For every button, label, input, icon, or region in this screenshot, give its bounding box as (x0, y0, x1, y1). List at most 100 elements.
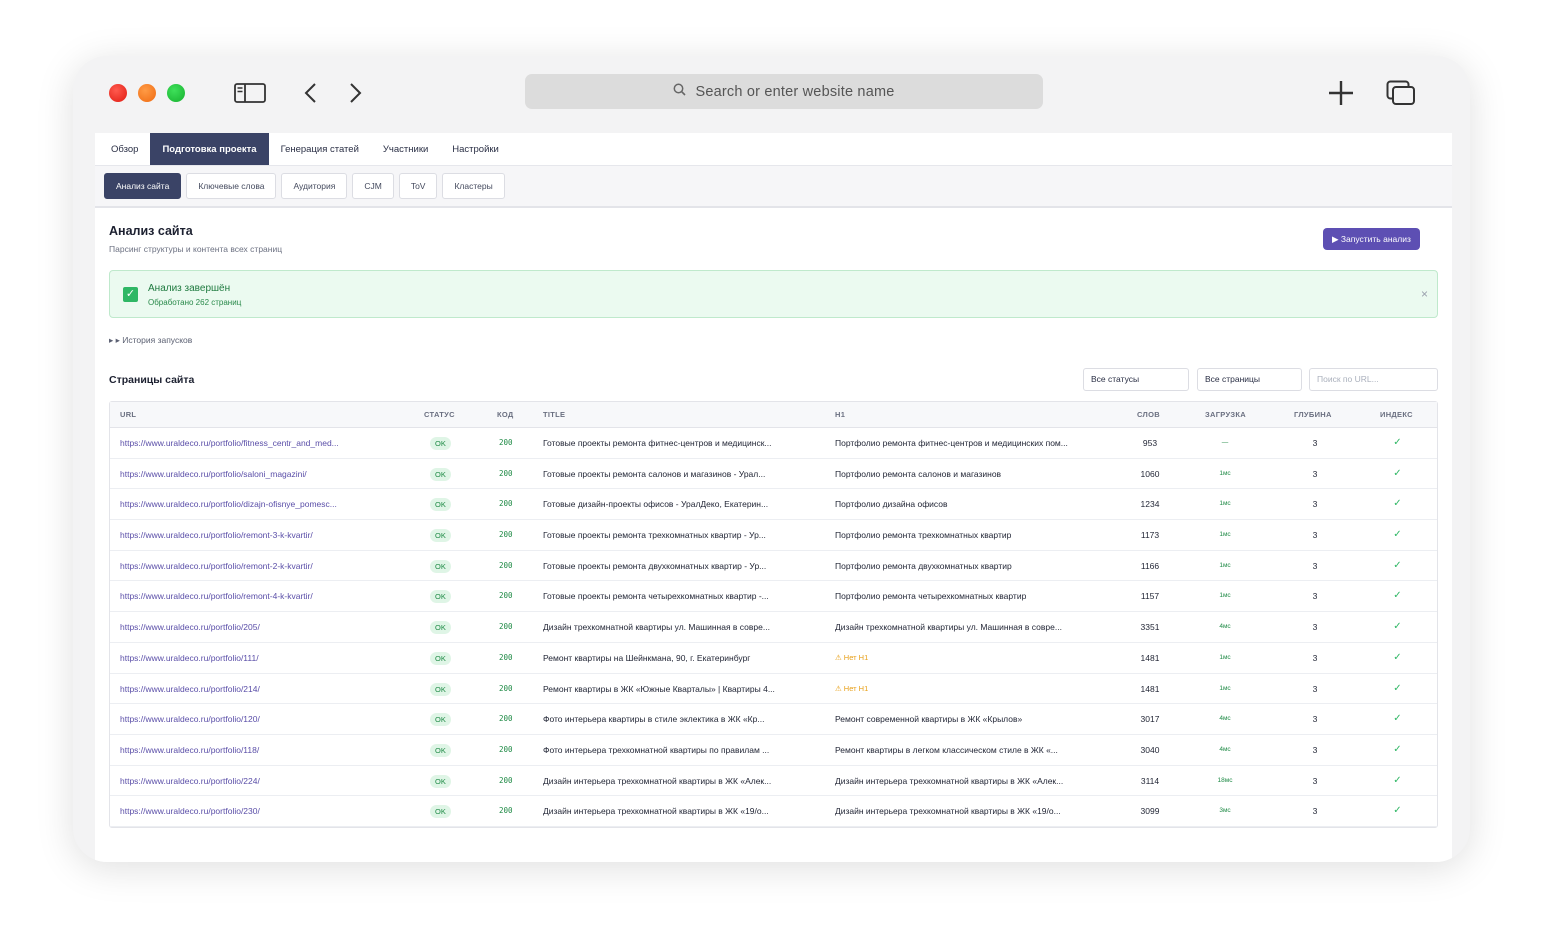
table-row[interactable]: https://www.uraldeco.ru/portfolio/120/OK… (110, 704, 1437, 735)
row-url-link[interactable]: https://www.uraldeco.ru/portfolio/fitnes… (120, 428, 410, 458)
table-row[interactable]: https://www.uraldeco.ru/portfolio/remont… (110, 581, 1437, 613)
sub-tabs: Анализ сайта Ключевые слова Аудитория CJ… (95, 166, 1452, 208)
status-filter-select[interactable]: Все статусы (1083, 368, 1189, 391)
close-window-button[interactable] (109, 84, 127, 102)
subtab-clusters[interactable]: Кластеры (442, 173, 505, 199)
table-row[interactable]: https://www.uraldeco.ru/portfolio/230/OK… (110, 796, 1437, 827)
row-h1: Ремонт квартиры в легком классическом ст… (835, 744, 1058, 755)
row-status-badge: OK (430, 674, 470, 704)
row-url-link[interactable]: https://www.uraldeco.ru/portfolio/230/ (120, 796, 410, 826)
row-url-link[interactable]: https://www.uraldeco.ru/portfolio/214/ (120, 674, 410, 704)
row-words: 1173 (1140, 530, 1160, 541)
status-badge: OK (430, 774, 451, 788)
row-url-link[interactable]: https://www.uraldeco.ru/portfolio/111/ (120, 643, 410, 673)
maximize-window-button[interactable] (167, 84, 185, 102)
run-history-toggle[interactable]: ▸ ▸ История запусков (109, 335, 192, 346)
row-title: Фото интерьера квартиры в стиле эклектик… (543, 714, 765, 725)
row-depth: 3 (1312, 714, 1318, 725)
column-header-status[interactable]: СТАТУС (424, 402, 455, 428)
table-row[interactable]: https://www.uraldeco.ru/portfolio/111/OK… (110, 643, 1437, 674)
minimize-window-button[interactable] (138, 84, 156, 102)
tab-overview[interactable]: Обзор (99, 133, 150, 165)
address-bar[interactable]: Search or enter website name (525, 74, 1043, 109)
subtab-audience[interactable]: Аудитория (281, 173, 348, 199)
tab-overview-icon[interactable] (1384, 78, 1418, 108)
tab-participants[interactable]: Участники (371, 133, 440, 165)
row-url-link[interactable]: https://www.uraldeco.ru/portfolio/205/ (120, 612, 410, 642)
row-depth: 3 (1312, 530, 1318, 541)
table-row[interactable]: https://www.uraldeco.ru/portfolio/fitnes… (110, 428, 1437, 459)
row-indexed-check-icon: ✓ (1393, 467, 1402, 479)
row-status-badge: OK (430, 766, 470, 796)
row-title: Готовые дизайн-проекты офисов - УралДеко… (543, 499, 769, 510)
row-url-link[interactable]: https://www.uraldeco.ru/portfolio/saloni… (120, 459, 410, 489)
column-header-load[interactable]: ЗАГРУЗКА (1205, 402, 1246, 428)
table-row[interactable]: https://www.uraldeco.ru/portfolio/205/OK… (110, 612, 1437, 643)
row-load-time: — (1221, 439, 1229, 446)
row-load-time: 4мс (1219, 715, 1231, 723)
table-row[interactable]: https://www.uraldeco.ru/portfolio/remont… (110, 551, 1437, 582)
close-icon[interactable]: × (1421, 287, 1428, 301)
tab-settings[interactable]: Настройки (440, 133, 511, 165)
row-title: Дизайн трехкомнатной квартиры ул. Машинн… (543, 622, 770, 633)
status-badge: OK (430, 467, 451, 481)
status-badge: OK (430, 529, 451, 543)
column-header-depth[interactable]: ГЛУБИНА (1294, 402, 1332, 428)
run-analysis-button[interactable]: ▶ Запустить анализ (1323, 228, 1420, 250)
table-row[interactable]: https://www.uraldeco.ru/portfolio/dizajn… (110, 489, 1437, 521)
table-row[interactable]: https://www.uraldeco.ru/portfolio/214/OK… (110, 674, 1437, 705)
tab-project-preparation[interactable]: Подготовка проекта (150, 133, 269, 165)
row-url-link[interactable]: https://www.uraldeco.ru/portfolio/224/ (120, 766, 410, 796)
row-h1: Портфолио ремонта четырехкомнатных кварт… (835, 591, 1027, 602)
column-header-h1[interactable]: H1 (835, 402, 845, 428)
row-url-link[interactable]: https://www.uraldeco.ru/portfolio/remont… (120, 551, 410, 581)
row-indexed-check-icon: ✓ (1393, 559, 1402, 571)
back-icon[interactable] (294, 78, 328, 108)
column-header-words[interactable]: СЛОВ (1137, 402, 1160, 428)
column-header-title[interactable]: TITLE (543, 402, 565, 428)
row-url-link[interactable]: https://www.uraldeco.ru/portfolio/dizajn… (120, 489, 410, 519)
url-search-input[interactable]: Поиск по URL... (1309, 368, 1438, 391)
row-words: 1481 (1140, 683, 1160, 694)
row-indexed-check-icon: ✓ (1393, 621, 1402, 633)
subtab-tov[interactable]: ToV (398, 173, 438, 199)
table-row[interactable]: https://www.uraldeco.ru/portfolio/118/OK… (110, 735, 1437, 766)
row-code: 200 (499, 560, 513, 570)
table-header: URL СТАТУС КОД TITLE H1 СЛОВ ЗАГРУЗКА ГЛ… (110, 402, 1437, 428)
table-row[interactable]: https://www.uraldeco.ru/portfolio/remont… (110, 520, 1437, 551)
row-load-time: 1мс (1219, 561, 1231, 569)
subtab-cjm[interactable]: CJM (352, 173, 394, 199)
row-depth: 3 (1312, 744, 1318, 755)
row-code: 200 (499, 806, 513, 816)
subtab-site-analysis[interactable]: Анализ сайта (104, 173, 182, 199)
forward-icon[interactable] (338, 78, 372, 108)
column-header-index[interactable]: ИНДЕКС (1380, 402, 1413, 428)
row-url-link[interactable]: https://www.uraldeco.ru/portfolio/remont… (120, 520, 410, 550)
row-depth: 3 (1312, 683, 1318, 694)
subtab-keywords[interactable]: Ключевые слова (186, 173, 277, 199)
row-load-time: 1мс (1219, 684, 1231, 692)
row-words: 953 (1142, 438, 1158, 448)
sidebar-toggle-icon[interactable] (233, 78, 267, 108)
row-title: Дизайн интерьера трехкомнатной квартиры … (543, 806, 769, 817)
row-url-link[interactable]: https://www.uraldeco.ru/portfolio/120/ (120, 704, 410, 734)
row-url-link[interactable]: https://www.uraldeco.ru/portfolio/118/ (120, 735, 410, 765)
tab-article-generation[interactable]: Генерация статей (269, 133, 371, 165)
new-tab-icon[interactable] (1324, 78, 1358, 108)
status-badge: OK (430, 651, 451, 665)
column-header-url[interactable]: URL (120, 402, 136, 428)
row-load-time: 4мс (1219, 745, 1231, 753)
table-row[interactable]: https://www.uraldeco.ru/portfolio/224/OK… (110, 766, 1437, 797)
row-h1: Дизайн интерьера трехкомнатной квартиры … (835, 806, 1061, 817)
address-placeholder: Search or enter website name (695, 83, 895, 100)
row-words: 1166 (1140, 560, 1160, 571)
column-header-code[interactable]: КОД (497, 402, 514, 428)
row-url-link[interactable]: https://www.uraldeco.ru/portfolio/remont… (120, 581, 410, 611)
search-icon (673, 83, 687, 100)
row-code: 200 (499, 622, 513, 632)
row-status-badge: OK (430, 551, 470, 581)
status-badge: OK (430, 437, 451, 450)
table-row[interactable]: https://www.uraldeco.ru/portfolio/saloni… (110, 459, 1437, 490)
row-status-badge: OK (430, 520, 470, 550)
pages-filter-select[interactable]: Все страницы (1197, 368, 1302, 391)
